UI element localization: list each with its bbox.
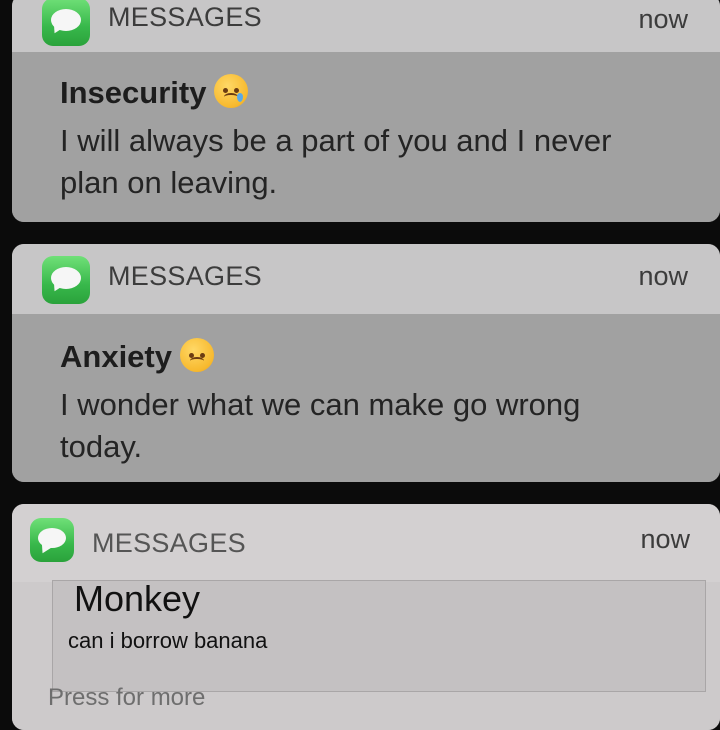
sender-name: Monkey [74,578,201,619]
press-for-more-hint[interactable]: Press for more [48,684,205,712]
notification-header: MESSAGES now [12,0,720,52]
crying-face-icon [214,74,249,108]
messages-app-icon [42,0,90,46]
notification-time: now [638,4,688,34]
messages-app-icon [42,256,90,304]
notification-body: Anxiety I wonder what we can make go wro… [12,314,720,482]
notification-header: MESSAGES now [12,244,720,314]
notification-time: now [640,524,690,554]
sender-name: Insecurity [60,74,249,111]
notification-time: now [638,261,688,291]
app-name: MESSAGES [108,2,262,32]
disappointed-face-icon [179,338,214,372]
app-name: MESSAGES [108,261,262,291]
notification-anxiety[interactable]: MESSAGES now Anxiety I wonder what we ca… [12,244,720,482]
sender-name: Anxiety [60,338,214,375]
notification-monkey[interactable]: MESSAGES now Monkey can i borrow banana … [12,504,720,730]
message-text: I wonder what we can make go wrong today… [60,387,581,464]
message-text: can i borrow banana [68,628,268,653]
message-text: I will always be a part of you and I nev… [60,123,612,200]
notification-insecurity[interactable]: MESSAGES now Insecurity I will always be… [12,0,720,222]
notification-header: MESSAGES now [12,504,720,582]
notification-body: Insecurity I will always be a part of yo… [12,52,720,222]
messages-app-icon [30,518,74,562]
app-name: MESSAGES [92,528,246,558]
screen: { "notifications": [ { "app_name": "MESS… [0,0,720,730]
